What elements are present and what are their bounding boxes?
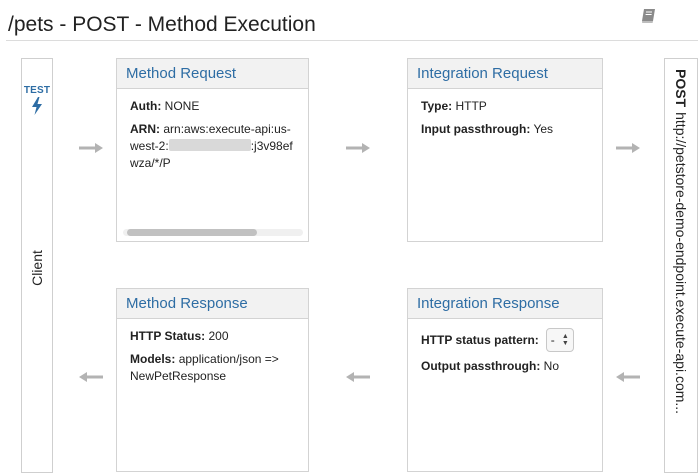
output-passthrough-value: No: [543, 359, 560, 373]
models-row: Models: application/json => NewPetRespon…: [130, 351, 295, 385]
select-arrows-icon: ▲ ▼: [561, 333, 569, 347]
book-icon[interactable]: [640, 8, 658, 24]
status-pattern-label: HTTP status pattern:: [421, 332, 539, 347]
input-passthrough-row: Input passthrough: Yes: [421, 121, 589, 138]
title-divider: [6, 40, 698, 41]
method-response-panel: Method Response HTTP Status: 200 Models:…: [116, 288, 309, 472]
status-pattern-select[interactable]: - ▲ ▼: [545, 328, 574, 352]
arn-row: ARN: arn:aws:execute-api:us-west-2::j3v9…: [130, 121, 295, 172]
http-status-row: HTTP Status: 200: [130, 328, 295, 345]
output-passthrough-label: Output passthrough:: [421, 359, 541, 373]
integration-response-title[interactable]: Integration Response: [408, 289, 602, 319]
input-passthrough-value: Yes: [533, 122, 554, 136]
endpoint-method: POST: [673, 69, 689, 108]
auth-label: Auth:: [130, 99, 162, 113]
arrow-left-icon: [346, 372, 370, 382]
auth-value: NONE: [164, 99, 200, 113]
type-value: HTTP: [455, 99, 487, 113]
endpoint-column: POST http://petstore-demo-endpoint.execut…: [664, 58, 698, 473]
models-label: Models:: [130, 352, 176, 366]
input-passthrough-label: Input passthrough:: [421, 122, 531, 136]
integration-response-panel: Integration Response HTTP status pattern…: [407, 288, 603, 472]
client-column: TEST Client: [21, 58, 53, 473]
page-title: /pets - POST - Method Execution: [8, 13, 316, 36]
arrow-right-icon: [346, 143, 370, 153]
integration-request-title[interactable]: Integration Request: [408, 59, 602, 89]
http-status-label: HTTP Status:: [130, 329, 206, 343]
arn-label: ARN:: [130, 122, 160, 136]
lightning-bolt-icon: [32, 97, 42, 115]
status-pattern-value: -: [550, 332, 555, 347]
horizontal-scrollbar-thumb[interactable]: [127, 229, 257, 236]
type-label: Type:: [421, 99, 453, 113]
status-pattern-row: HTTP status pattern: - ▲ ▼: [421, 328, 589, 352]
endpoint-text: POST http://petstore-demo-endpoint.execut…: [673, 69, 689, 469]
arrow-left-icon: [79, 372, 103, 382]
integration-request-panel: Integration Request Type: HTTP Input pas…: [407, 58, 603, 242]
arrow-right-icon: [616, 143, 640, 153]
output-passthrough-row: Output passthrough: No: [421, 358, 589, 375]
endpoint-url: http://petstore-demo-endpoint.execute-ap…: [673, 112, 689, 415]
test-button[interactable]: TEST: [22, 85, 52, 125]
http-status-value: 200: [208, 329, 229, 343]
method-request-panel: Method Request Auth: NONE ARN: arn:aws:e…: [116, 58, 309, 242]
client-label: Client: [29, 250, 45, 286]
test-label: TEST: [23, 85, 51, 96]
method-response-title[interactable]: Method Response: [117, 289, 308, 319]
type-row: Type: HTTP: [421, 98, 589, 115]
auth-row: Auth: NONE: [130, 98, 295, 115]
arrow-right-icon: [79, 143, 103, 153]
method-request-title[interactable]: Method Request: [117, 59, 308, 89]
redacted-account-id: [168, 139, 251, 151]
arrow-left-icon: [616, 372, 640, 382]
